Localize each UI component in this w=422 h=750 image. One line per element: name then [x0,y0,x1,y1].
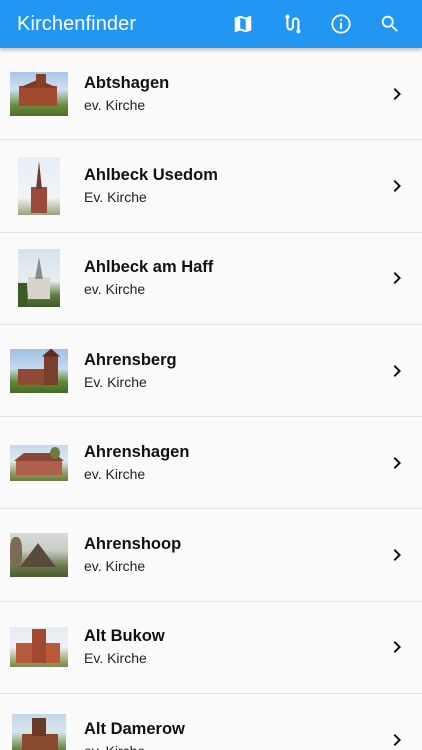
search-icon [381,15,398,32]
church-name: Alt Damerow [84,719,185,738]
church-list: Abtshagen ev. Kirche Ahlbeck Usedom Ev. … [0,48,422,750]
chevron-right-icon [393,87,401,100]
church-thumbnail-frame [0,509,78,601]
church-thumbnail-frame [0,48,78,140]
church-thumbnail-frame [0,325,78,417]
church-type: ev. Kirche [84,96,146,113]
church-name: Ahlbeck Usedom [84,165,218,184]
route-icon [284,14,300,34]
church-photo [18,249,60,308]
church-thumbnail-frame [0,417,78,509]
route-button[interactable] [267,0,316,48]
list-item[interactable]: Alt Damerow ev. Kirche [0,694,422,750]
list-item[interactable]: Ahlbeck Usedom Ev. Kirche [0,140,422,233]
church-name: Ahrenshoop [84,535,182,554]
church-type: Ev. Kirche [84,188,147,205]
church-type: ev. Kirche [84,281,146,298]
church-thumbnail-frame [0,694,78,750]
list-item[interactable]: Ahrenshagen ev. Kirche [0,417,422,510]
open-details-button[interactable] [372,417,422,509]
church-name: Ahrensberg [84,350,177,369]
info-icon [330,14,351,34]
church-photo [10,627,68,668]
app-bar: Kirchenfinder [0,0,422,48]
church-thumbnail-frame [0,232,78,324]
open-details-button[interactable] [372,140,422,232]
chevron-right-icon [393,733,401,746]
app-bar-actions [218,0,414,48]
open-details-button[interactable] [372,232,422,324]
open-details-button[interactable] [372,48,422,140]
church-photo [18,156,60,215]
chevron-right-icon [393,641,401,654]
church-type: ev. Kirche [84,558,146,575]
app-title: Kirchenfinder [17,12,137,35]
church-type: Ev. Kirche [84,650,147,667]
chevron-right-icon [393,364,401,377]
info-button[interactable] [316,0,365,48]
church-thumbnail-frame [0,601,78,693]
open-details-button[interactable] [372,694,422,750]
chevron-right-icon [393,272,401,285]
list-item[interactable]: Abtshagen ev. Kirche [0,48,422,141]
open-details-button[interactable] [372,601,422,693]
church-name: Ahrenshagen [84,442,190,461]
church-photo [10,71,68,116]
map-button[interactable] [218,0,267,48]
church-name: Abtshagen [84,73,170,92]
open-details-button[interactable] [372,509,422,601]
church-thumbnail-frame [0,140,78,232]
chevron-right-icon [393,549,401,562]
list-item[interactable]: Ahlbeck am Haff ev. Kirche [0,233,422,325]
church-photo [10,348,68,393]
chevron-right-icon [393,456,401,469]
chevron-right-icon [393,179,401,192]
church-name: Alt Bukow [84,627,165,646]
church-photo [10,444,68,481]
list-item[interactable]: Ahrenshoop ev. Kirche [0,509,422,602]
map-icon [234,15,251,33]
list-item[interactable]: Alt Bukow Ev. Kirche [0,601,422,695]
church-type: ev. Kirche [84,465,146,482]
church-photo [12,713,66,750]
search-button[interactable] [365,0,414,48]
open-details-button[interactable] [372,325,422,417]
list-item[interactable]: Ahrensberg Ev. Kirche [0,325,422,418]
church-name: Ahlbeck am Haff [84,258,214,277]
church-photo [10,533,68,578]
church-type: Ev. Kirche [84,373,147,390]
church-type: ev. Kirche [84,741,372,750]
